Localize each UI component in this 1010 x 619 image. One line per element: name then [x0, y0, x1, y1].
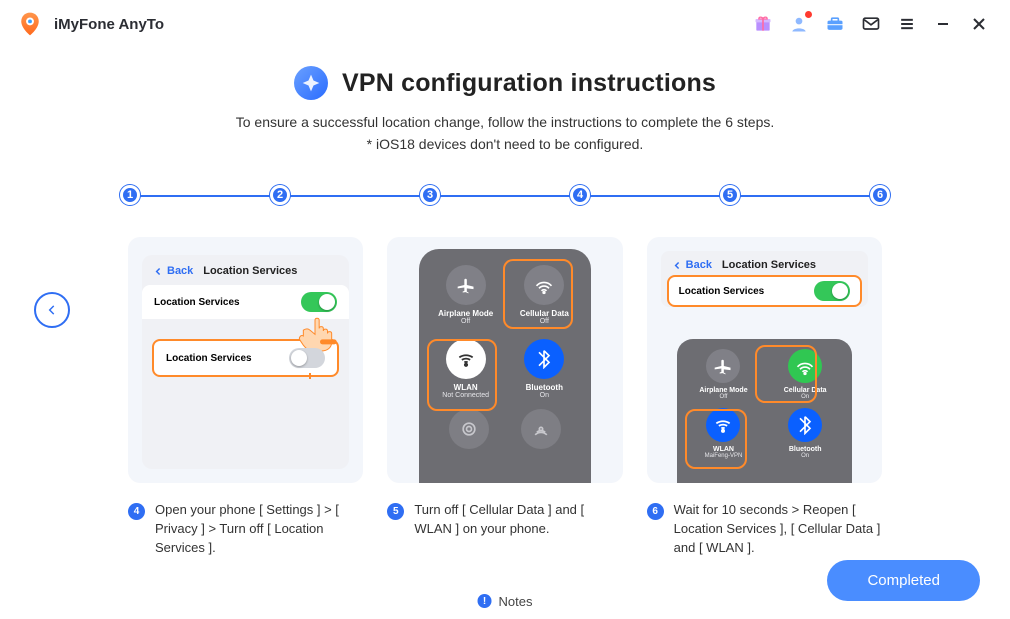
caption-4: 4Open your phone [ Settings ] > [ Privac…: [128, 501, 363, 558]
panel-title: Location Services: [682, 259, 856, 271]
wlan-outline: [685, 409, 747, 469]
step-2: 2: [270, 185, 290, 205]
instruction-cards: Back Location Services Location Services…: [128, 237, 882, 483]
caption-5: 5Turn off [ Cellular Data ] and [ WLAN ]…: [387, 501, 622, 558]
cellular-outline: [755, 345, 817, 403]
bluetooth-icon: [788, 408, 822, 442]
menu-icon[interactable]: [892, 9, 922, 39]
page-header: VPN configuration instructions To ensure…: [0, 66, 1010, 155]
compass-icon: [294, 66, 328, 100]
minimize-button[interactable]: [928, 9, 958, 39]
page-title: VPN configuration instructions: [342, 69, 716, 98]
card-step-6: Back Location Services Location Services…: [647, 237, 882, 483]
bluetooth-tile: BluetoothOn: [512, 339, 577, 399]
notification-dot: [805, 11, 812, 18]
titlebar: iMyFone AnyTo: [0, 0, 1010, 48]
previous-button[interactable]: [34, 292, 70, 328]
airplane-mode-tile: Airplane ModeOff: [433, 265, 498, 325]
toggle-off-icon: [289, 348, 325, 368]
pointing-hand-icon: [295, 310, 345, 352]
close-button[interactable]: [964, 9, 994, 39]
airplane-icon: [446, 265, 486, 305]
step-1: 1: [120, 185, 140, 205]
notes-link[interactable]: !Notes: [478, 594, 533, 609]
card-step-4: Back Location Services Location Services…: [128, 237, 363, 483]
info-icon: !: [478, 594, 492, 608]
toggle-on-icon: [301, 292, 337, 312]
bluetooth-icon: [524, 339, 564, 379]
card-step-5: Airplane ModeOff Cellular DataOff WLANNo…: [387, 237, 622, 483]
page-subtitle: To ensure a successful location change, …: [0, 112, 1010, 155]
step-4: 4: [570, 185, 590, 205]
airplane-icon: [706, 349, 740, 383]
step-6: 6: [870, 185, 890, 205]
caption-text: Turn off [ Cellular Data ] and [ WLAN ] …: [414, 501, 622, 558]
step-captions: 4Open your phone [ Settings ] > [ Privac…: [128, 501, 882, 558]
caption-text: Wait for 10 seconds > Reopen [ Location …: [674, 501, 882, 558]
bluetooth-tile: BluetoothOn: [770, 408, 840, 459]
location-services-row-on: Location Services: [667, 275, 862, 307]
step-3: 3: [420, 185, 440, 205]
feedback-icon[interactable]: [856, 9, 886, 39]
caption-6: 6Wait for 10 seconds > Reopen [ Location…: [647, 501, 882, 558]
wlan-outline: [427, 339, 497, 411]
step-indicator: 1 2 3 4 5 6: [120, 185, 890, 215]
hotspot-icon: [521, 409, 561, 449]
account-icon[interactable]: [784, 9, 814, 39]
caption-text: Open your phone [ Settings ] > [ Privacy…: [155, 501, 363, 558]
completed-button[interactable]: Completed: [827, 560, 980, 601]
app-logo: [16, 10, 44, 38]
airdrop-icon: [449, 409, 489, 449]
toolbox-icon[interactable]: [820, 9, 850, 39]
step-5: 5: [720, 185, 740, 205]
airplane-mode-tile: Airplane ModeOff: [689, 349, 759, 400]
cellular-outline: [503, 259, 573, 329]
app-name: iMyFone AnyTo: [54, 16, 164, 33]
toggle-on-icon: [814, 281, 850, 301]
gift-icon[interactable]: [748, 9, 778, 39]
panel-title: Location Services: [163, 265, 337, 277]
